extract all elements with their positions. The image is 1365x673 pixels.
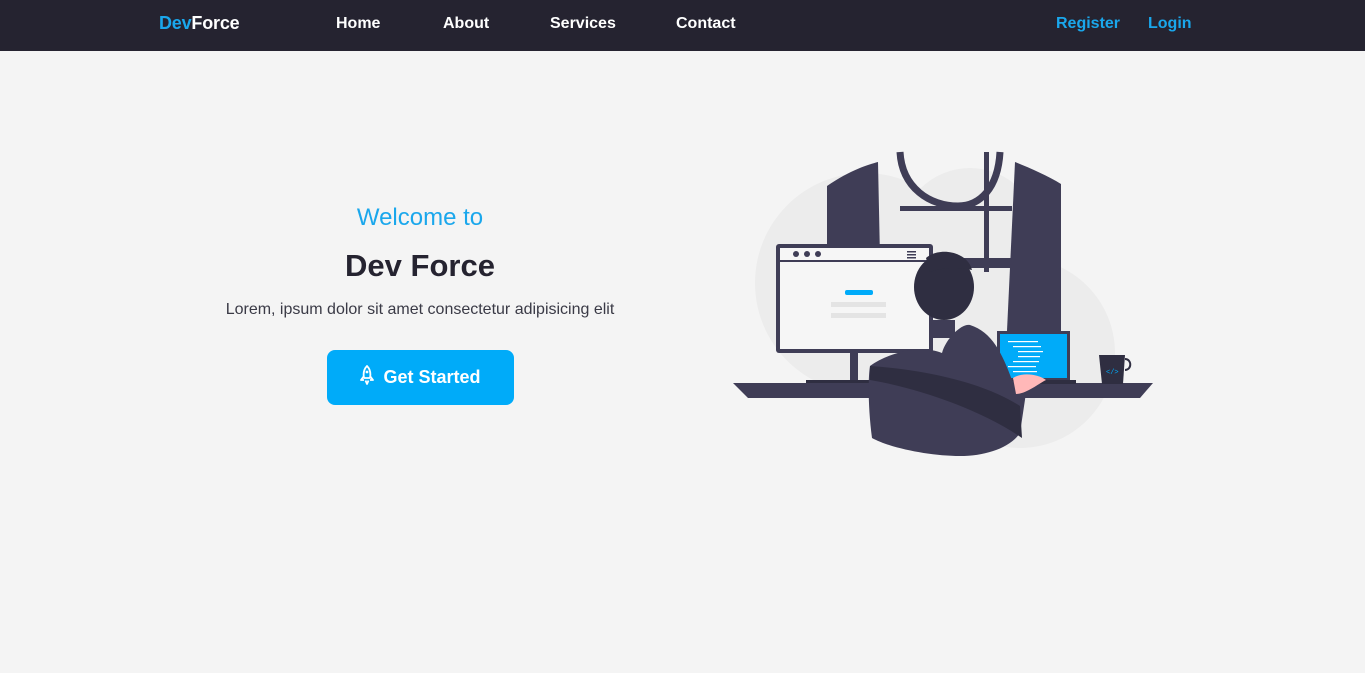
hero-subtitle: Lorem, ipsum dolor sit amet consectetur … xyxy=(225,301,615,318)
login-link[interactable]: Login xyxy=(1148,15,1192,33)
brand-logo[interactable]: DevForce xyxy=(159,13,240,34)
nav-link-services[interactable]: Services xyxy=(550,15,616,33)
svg-text:</>: </> xyxy=(1106,369,1119,377)
navbar: DevForce Home About Services Contact Reg… xyxy=(0,0,1365,51)
register-link[interactable]: Register xyxy=(1056,15,1120,33)
rocket-icon xyxy=(359,365,375,390)
hero-title: Dev Force xyxy=(345,248,495,283)
nav-link-contact[interactable]: Contact xyxy=(676,15,736,33)
nav-link-home[interactable]: Home xyxy=(336,15,380,33)
hero-text: Welcome to Dev Force Lorem, ipsum dolor … xyxy=(200,200,640,405)
developer-at-desk-illustration: </> xyxy=(730,148,1160,460)
brand-logo-part1: Dev xyxy=(159,13,192,33)
nav-link-about[interactable]: About xyxy=(443,15,489,33)
hero-welcome: Welcome to xyxy=(356,204,484,231)
brand-logo-part2: Force xyxy=(191,13,240,33)
get-started-button[interactable]: Get Started xyxy=(326,350,514,405)
get-started-label: Get Started xyxy=(383,367,481,387)
